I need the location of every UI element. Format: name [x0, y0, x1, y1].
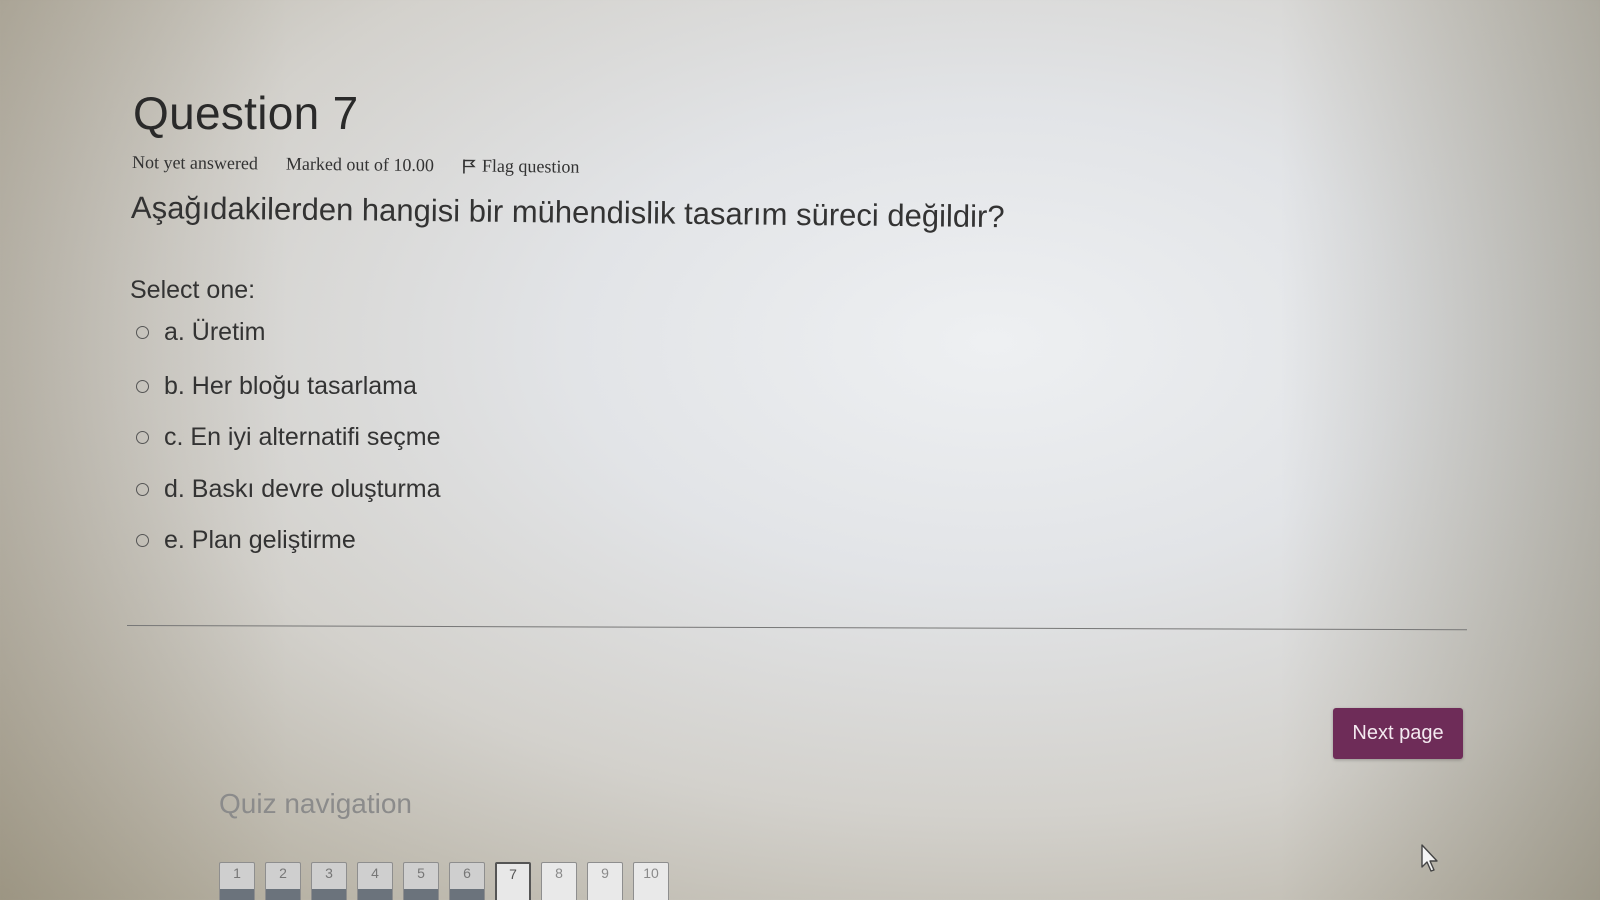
radio-button[interactable]: [136, 380, 149, 393]
quiz-nav-page-4[interactable]: 4: [357, 862, 393, 900]
answer-label: d. Baskı devre oluşturma: [164, 475, 441, 503]
question-info: Not yet answered Marked out of 10.00 Fla…: [132, 152, 608, 178]
quiz-navigation-buttons: 1 2 3 4 5 6 7 8 9 10: [219, 862, 679, 900]
quiz-navigation-title: Quiz navigation: [219, 788, 413, 819]
mouse-cursor-icon: [1421, 844, 1438, 872]
answer-option-e[interactable]: e. Plan geliştirme: [136, 526, 356, 555]
question-title: Question 7: [133, 87, 359, 139]
quiz-nav-page-10[interactable]: 10: [633, 862, 669, 900]
answer-option-c[interactable]: c. En iyi alternatifi seçme: [136, 423, 441, 452]
flag-question-link[interactable]: Flag question: [462, 155, 608, 178]
quiz-nav-page-5[interactable]: 5: [403, 862, 439, 900]
radio-button[interactable]: [136, 534, 149, 547]
quiz-nav-page-8[interactable]: 8: [541, 862, 577, 900]
quiz-nav-page-6[interactable]: 6: [449, 862, 485, 900]
answer-option-d[interactable]: d. Baskı devre oluşturma: [136, 475, 441, 504]
question-status: Not yet answered: [131, 152, 259, 174]
quiz-nav-page-1[interactable]: 1: [219, 862, 255, 900]
answer-label: a. Üretim: [164, 318, 266, 346]
answer-label: b. Her bloğu tasarlama: [164, 372, 417, 400]
quiz-nav-page-7[interactable]: 7: [495, 862, 531, 900]
quiz-nav-page-9[interactable]: 9: [587, 862, 623, 900]
radio-button[interactable]: [136, 483, 149, 496]
next-page-button[interactable]: Next page: [1333, 708, 1463, 759]
answer-label: c. En iyi alternatifi seçme: [164, 423, 441, 451]
flag-icon: [463, 158, 476, 173]
answer-option-a[interactable]: a. Üretim: [136, 318, 265, 347]
question-text: Aşağıdakilerden hangisi bir mühendislik …: [130, 190, 1005, 235]
select-one-label: Select one:: [130, 276, 256, 304]
question-marks: Marked out of 10.00: [285, 153, 435, 176]
quiz-nav-page-3[interactable]: 3: [311, 862, 347, 900]
radio-button[interactable]: [136, 431, 149, 444]
flag-question-label: Flag question: [481, 155, 580, 177]
quiz-nav-page-2[interactable]: 2: [265, 862, 301, 900]
radio-button[interactable]: [136, 326, 149, 339]
answer-option-b[interactable]: b. Her bloğu tasarlama: [136, 372, 417, 401]
answer-label: e. Plan geliştirme: [164, 526, 356, 554]
divider: [126, 625, 1467, 631]
